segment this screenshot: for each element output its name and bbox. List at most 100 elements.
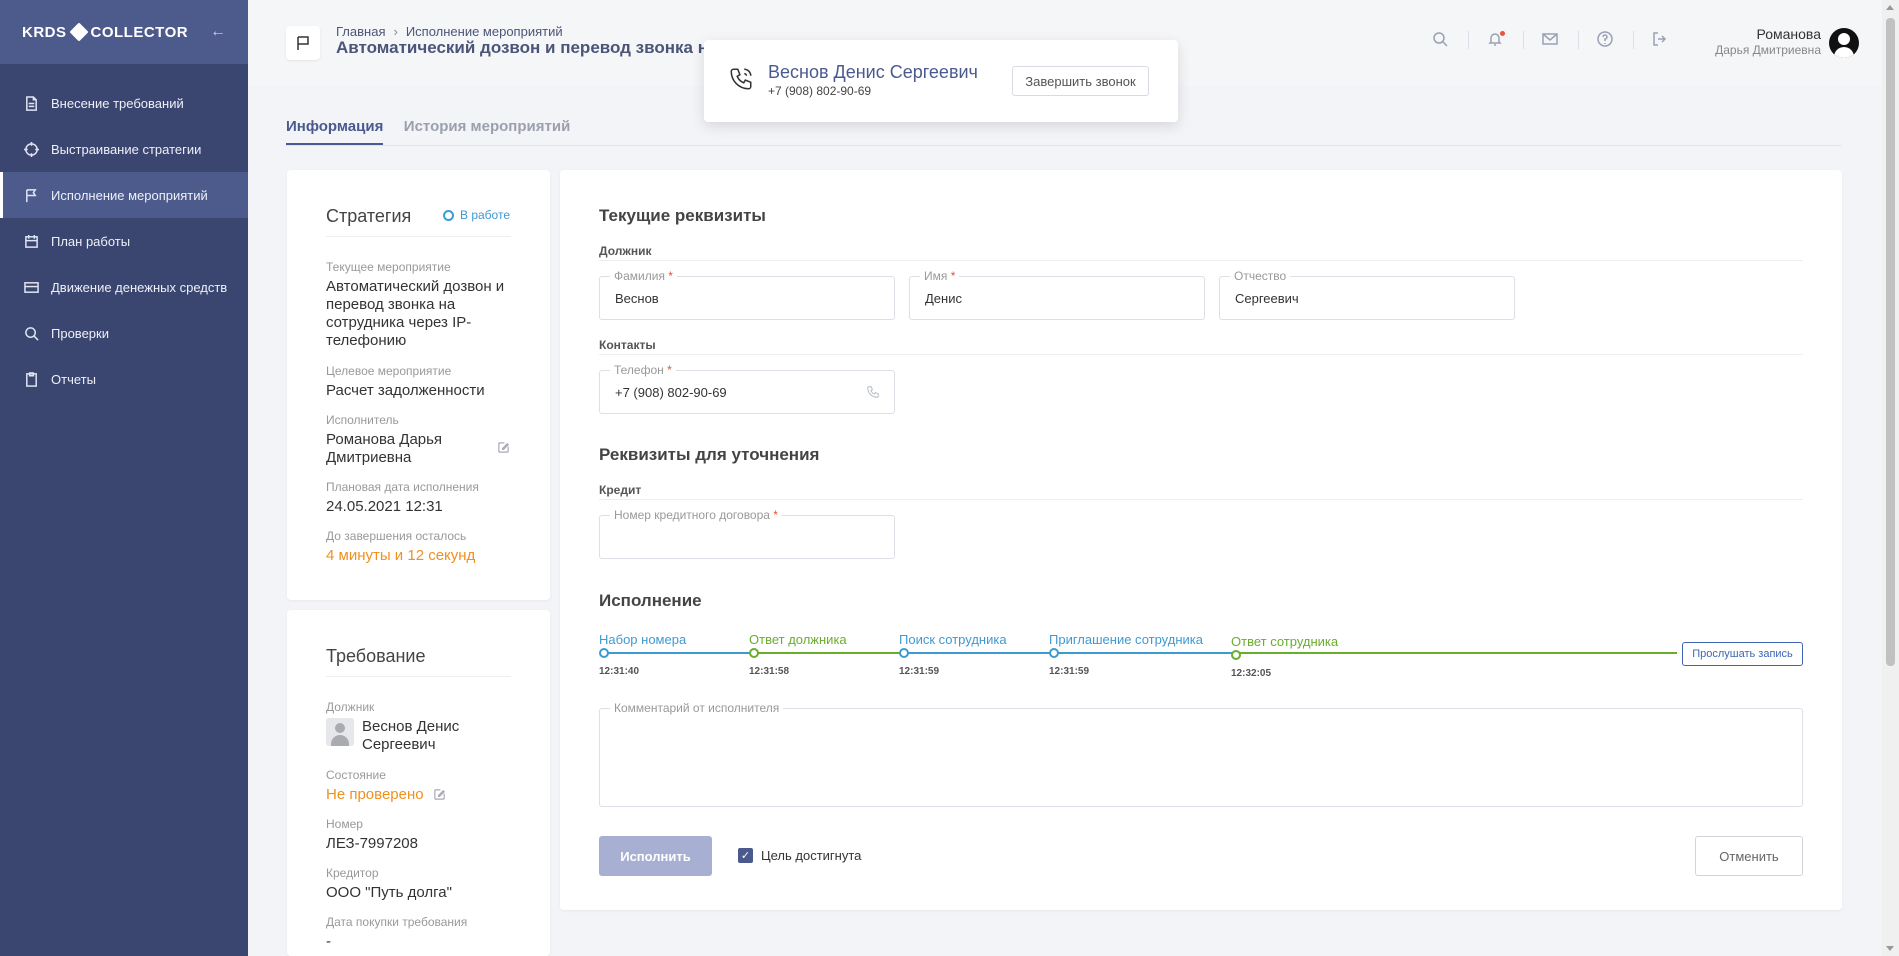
timeline-node: [1231, 650, 1241, 660]
logout-icon[interactable]: [1652, 31, 1670, 49]
claim-purchase-date: Дата покупки требования -: [326, 915, 516, 951]
call-popup: Веснов Денис Сергеевич +7 (908) 802-90-6…: [704, 40, 1178, 122]
current-event-label: Текущее мероприятие: [326, 260, 451, 274]
remaining-time-label: До завершения осталось: [326, 529, 467, 543]
page-scrollbar[interactable]: [1882, 0, 1899, 956]
divider: [1523, 31, 1524, 49]
remaining-time-value: 4 минуты и 12 секунд: [326, 547, 476, 564]
execution-title: Исполнение: [599, 591, 702, 610]
scroll-thumb[interactable]: [1886, 18, 1895, 666]
target-event-value: Расчет задолженности: [326, 382, 485, 399]
avatar[interactable]: [1829, 28, 1859, 58]
page-flag-icon: [286, 26, 320, 60]
logo-right-text: COLLECTOR: [90, 23, 189, 41]
sidebar-item-label: Проверки: [51, 325, 109, 341]
claim-debtor-value[interactable]: Веснов Денис Сергеевич: [362, 718, 482, 754]
sidebar-item-label: Исполнение мероприятий: [51, 187, 208, 203]
target-event: Целевое мероприятие Расчет задолженности: [326, 364, 516, 400]
divider: [1468, 31, 1469, 49]
timeline-step-label: Ответ сотрудника: [1231, 634, 1339, 649]
logo-left-text: KRDS: [22, 23, 67, 41]
listen-recording-button[interactable]: Прослушать запись: [1682, 642, 1803, 666]
help-icon[interactable]: [1597, 31, 1615, 49]
target-icon: [24, 141, 39, 157]
claim-purchase-value: -: [326, 933, 331, 950]
notification-dot: [1500, 31, 1505, 36]
planned-date: Плановая дата исполнения 24.05.2021 12:3…: [326, 480, 516, 516]
user-info[interactable]: Романова Дарья Дмитриевна: [1715, 26, 1821, 57]
scroll-up-icon[interactable]: [1886, 5, 1894, 10]
mail-icon[interactable]: [1542, 31, 1560, 49]
strategy-card: Стратегия В работе Текущее мероприятие А…: [287, 170, 550, 600]
sidebar-item-plan[interactable]: План работы: [0, 218, 248, 264]
bell-icon[interactable]: [1487, 31, 1505, 49]
goal-checkbox[interactable]: ✓ Цель достигнута: [738, 848, 861, 863]
last-name-field[interactable]: Фамилия * Веснов: [599, 269, 895, 320]
sidebar-item-cashflow[interactable]: Движение денежных средств: [0, 264, 248, 310]
executor-comment-field[interactable]: Комментарий от исполнителя: [599, 701, 1803, 807]
breadcrumb: Главная › Исполнение мероприятий: [336, 24, 563, 39]
timeline-step-label: Поиск сотрудника: [899, 632, 1007, 647]
timeline-segment: [1054, 652, 1239, 654]
breadcrumb-home[interactable]: Главная: [336, 24, 385, 39]
contract-number-field[interactable]: Номер кредитного договора *: [599, 508, 895, 559]
sidebar-item-checks[interactable]: Проверки: [0, 310, 248, 356]
claim-state-label: Состояние: [326, 768, 386, 782]
sidebar-item-strategy[interactable]: Выстраивание стратегии: [0, 126, 248, 172]
cancel-button[interactable]: Отменить: [1695, 836, 1803, 876]
phone-field[interactable]: Телефон * +7 (908) 802-90-69: [599, 363, 895, 414]
timeline-node: [749, 648, 759, 658]
divider: [599, 499, 1803, 500]
timeline-step-label: Набор номера: [599, 632, 687, 647]
claim-title: Требование: [326, 646, 426, 666]
phone-value: +7 (908) 802-90-69: [615, 385, 727, 400]
claim-number-value: ЛЕЗ-7997208: [326, 835, 418, 852]
collapse-sidebar-icon[interactable]: ←: [210, 23, 226, 41]
execution-timeline: Набор номера 12:31:40 Ответ должника 12:…: [599, 632, 1803, 692]
last-name-value: Веснов: [615, 291, 659, 306]
sidebar-item-requirements[interactable]: Внесение требований: [0, 80, 248, 126]
tab-history[interactable]: История мероприятий: [404, 118, 571, 143]
claim-debtor: Должник Веснов Денис Сергеевич: [326, 700, 516, 754]
executor-label: Исполнитель: [326, 413, 399, 427]
sidebar-item-label: Движение денежных средств: [51, 279, 228, 295]
timeline-node: [1049, 648, 1059, 658]
sidebar-item-label: Внесение требований: [51, 95, 184, 111]
tab-info[interactable]: Информация: [286, 118, 384, 145]
edit-executor-icon[interactable]: [497, 441, 510, 454]
planned-date-label: Плановая дата исполнения: [326, 480, 479, 494]
sidebar-item-reports[interactable]: Отчеты: [0, 356, 248, 402]
timeline-step-time: 12:31:40: [599, 666, 640, 677]
edit-state-icon[interactable]: [433, 788, 446, 801]
breadcrumb-current[interactable]: Исполнение мероприятий: [406, 24, 563, 39]
contacts-subtitle: Контакты: [599, 338, 656, 352]
last-name-label: Фамилия *: [610, 269, 677, 283]
timeline-segment: [754, 652, 904, 654]
first-name-field[interactable]: Имя * Денис: [909, 269, 1205, 320]
phone-icon[interactable]: [866, 385, 880, 404]
user-last-name: Романова: [1756, 26, 1821, 42]
middle-name-field[interactable]: Отчество Сергеевич: [1219, 269, 1515, 320]
header-icons: [1414, 31, 1688, 49]
scroll-down-icon[interactable]: [1886, 946, 1894, 951]
current-event: Текущее мероприятие Автоматический дозво…: [326, 260, 516, 350]
planned-date-value: 24.05.2021 12:31: [326, 498, 443, 515]
end-call-button[interactable]: Завершить звонок: [1012, 66, 1149, 96]
checkbox-checked-icon[interactable]: ✓: [738, 848, 753, 863]
target-event-label: Целевое мероприятие: [326, 364, 452, 378]
claim-card: Требование Должник Веснов Денис Сергееви…: [287, 610, 550, 956]
claim-creditor: Кредитор ООО "Путь долга": [326, 866, 516, 902]
status-text: В работе: [459, 208, 510, 222]
divider: [599, 260, 1803, 261]
sidebar-nav: Внесение требований Выстраивание стратег…: [0, 80, 248, 402]
claim-state: Состояние Не проверено: [326, 768, 516, 804]
clarify-details-title: Реквизиты для уточнения: [599, 445, 820, 464]
sidebar-item-label: Отчеты: [51, 371, 96, 387]
claim-number: Номер ЛЕЗ-7997208: [326, 817, 516, 853]
logo-cube-icon: [68, 22, 89, 42]
execute-button[interactable]: Исполнить: [599, 836, 712, 876]
logo[interactable]: KRDS COLLECTOR: [22, 22, 189, 42]
search-icon[interactable]: [1432, 31, 1450, 49]
sidebar-item-execution[interactable]: Исполнение мероприятий: [0, 172, 248, 218]
claim-purchase-label: Дата покупки требования: [326, 915, 468, 929]
